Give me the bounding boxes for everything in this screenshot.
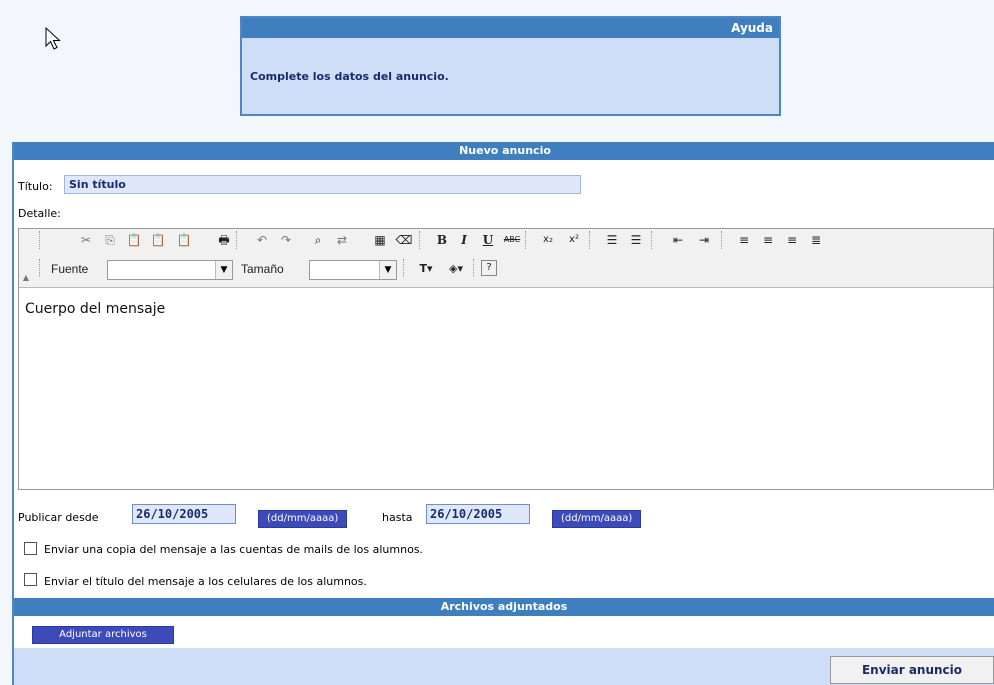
help-box: Ayuda Complete los datos del anuncio. xyxy=(240,16,781,116)
justify-icon[interactable]: ≣ xyxy=(807,231,825,249)
select-all-icon[interactable]: ▦ xyxy=(371,231,389,249)
align-right-icon[interactable]: ≡ xyxy=(783,231,801,249)
redo-icon[interactable]: ↷ xyxy=(277,231,295,249)
attachments-header: Archivos adjuntados xyxy=(14,598,994,616)
toolbar-separator xyxy=(589,231,592,249)
subscript-icon[interactable]: x₂ xyxy=(539,231,557,249)
toolbar-separator xyxy=(721,231,724,249)
toolbar-separator xyxy=(403,259,406,277)
toolbar-separator xyxy=(419,231,422,249)
editor-toolbar: ✂ ⎘ 📋 📋 📋 🖶 ↶ ↷ ⌕ ⇄ ▦ ⌫ B I U ABC x₂ x² … xyxy=(19,229,993,288)
toolbar-grip xyxy=(39,259,42,277)
superscript-icon[interactable]: x² xyxy=(565,231,583,249)
about-icon[interactable]: ? xyxy=(481,260,497,276)
send-to-cellphones-label: Enviar el título del mensaje a los celul… xyxy=(44,575,367,588)
fecha-hasta-format-button[interactable]: (dd/mm/aaaa) xyxy=(552,510,642,528)
toolbar-separator xyxy=(473,259,476,277)
copy-icon[interactable]: ⎘ xyxy=(101,231,119,249)
find-icon[interactable]: ⌕ xyxy=(309,231,327,249)
toolbar-separator xyxy=(236,231,239,249)
help-header: Ayuda xyxy=(242,18,779,38)
publicar-desde-label: Publicar desde xyxy=(18,511,99,524)
align-left-icon[interactable]: ≡ xyxy=(735,231,753,249)
print-icon[interactable]: 🖶 xyxy=(215,231,233,249)
fecha-hasta-input[interactable]: 26/10/2005 xyxy=(426,504,530,524)
undo-icon[interactable]: ↶ xyxy=(253,231,271,249)
editor-body[interactable]: Cuerpo del mensaje xyxy=(25,301,165,317)
rich-text-editor: ✂ ⎘ 📋 📋 📋 🖶 ↶ ↷ ⌕ ⇄ ▦ ⌫ B I U ABC x₂ x² … xyxy=(18,228,994,490)
paste-icon[interactable]: 📋 xyxy=(125,231,143,249)
remove-format-icon[interactable]: ⌫ xyxy=(395,231,413,249)
ordered-list-icon[interactable]: ☰ xyxy=(603,231,621,249)
paste-word-icon[interactable]: 📋 xyxy=(175,231,193,249)
send-announcement-button[interactable]: Enviar anuncio xyxy=(830,656,994,684)
cut-icon[interactable]: ✂ xyxy=(77,231,95,249)
collapse-toolbar-icon[interactable]: ▲ xyxy=(21,269,31,287)
toolbar-grip xyxy=(39,231,42,249)
replace-icon[interactable]: ⇄ xyxy=(333,231,351,249)
font-label: Fuente xyxy=(51,262,89,276)
detalle-label: Detalle: xyxy=(18,207,61,220)
fecha-desde-format-button[interactable]: (dd/mm/aaaa) xyxy=(258,510,348,528)
copy-to-mail-checkbox[interactable] xyxy=(24,542,37,555)
titulo-input[interactable]: Sin título xyxy=(64,175,581,194)
hasta-label: hasta xyxy=(382,511,413,524)
bold-icon[interactable]: B xyxy=(433,231,451,249)
strikethrough-icon[interactable]: ABC xyxy=(503,231,521,249)
size-label: Tamaño xyxy=(241,262,284,276)
outdent-icon[interactable]: ⇤ xyxy=(669,231,687,249)
underline-icon[interactable]: U xyxy=(479,231,497,249)
chevron-down-icon[interactable]: ▼ xyxy=(215,261,232,279)
panel-header: Nuevo anuncio xyxy=(14,142,994,160)
align-center-icon[interactable]: ≡ xyxy=(759,231,777,249)
text-color-icon[interactable]: T▾ xyxy=(413,260,439,278)
italic-icon[interactable]: I xyxy=(455,231,473,249)
help-text: Complete los datos del anuncio. xyxy=(250,70,449,83)
mouse-cursor-icon xyxy=(45,26,61,50)
unordered-list-icon[interactable]: ☰ xyxy=(627,231,645,249)
toolbar-separator xyxy=(525,231,528,249)
chevron-down-icon[interactable]: ▼ xyxy=(379,261,396,279)
attach-files-button[interactable]: Adjuntar archivos xyxy=(32,626,174,644)
fecha-desde-input[interactable]: 26/10/2005 xyxy=(132,504,236,524)
indent-icon[interactable]: ⇥ xyxy=(695,231,713,249)
size-select[interactable]: ▼ xyxy=(309,260,397,280)
send-to-cellphones-checkbox[interactable] xyxy=(24,573,37,586)
font-select[interactable]: ▼ xyxy=(107,260,233,280)
background-color-icon[interactable]: ◈▾ xyxy=(443,260,469,278)
copy-to-mail-label: Enviar una copia del mensaje a las cuent… xyxy=(44,543,424,556)
paste-text-icon[interactable]: 📋 xyxy=(149,231,167,249)
toolbar-separator xyxy=(651,231,654,249)
titulo-label: Título: xyxy=(18,180,53,193)
